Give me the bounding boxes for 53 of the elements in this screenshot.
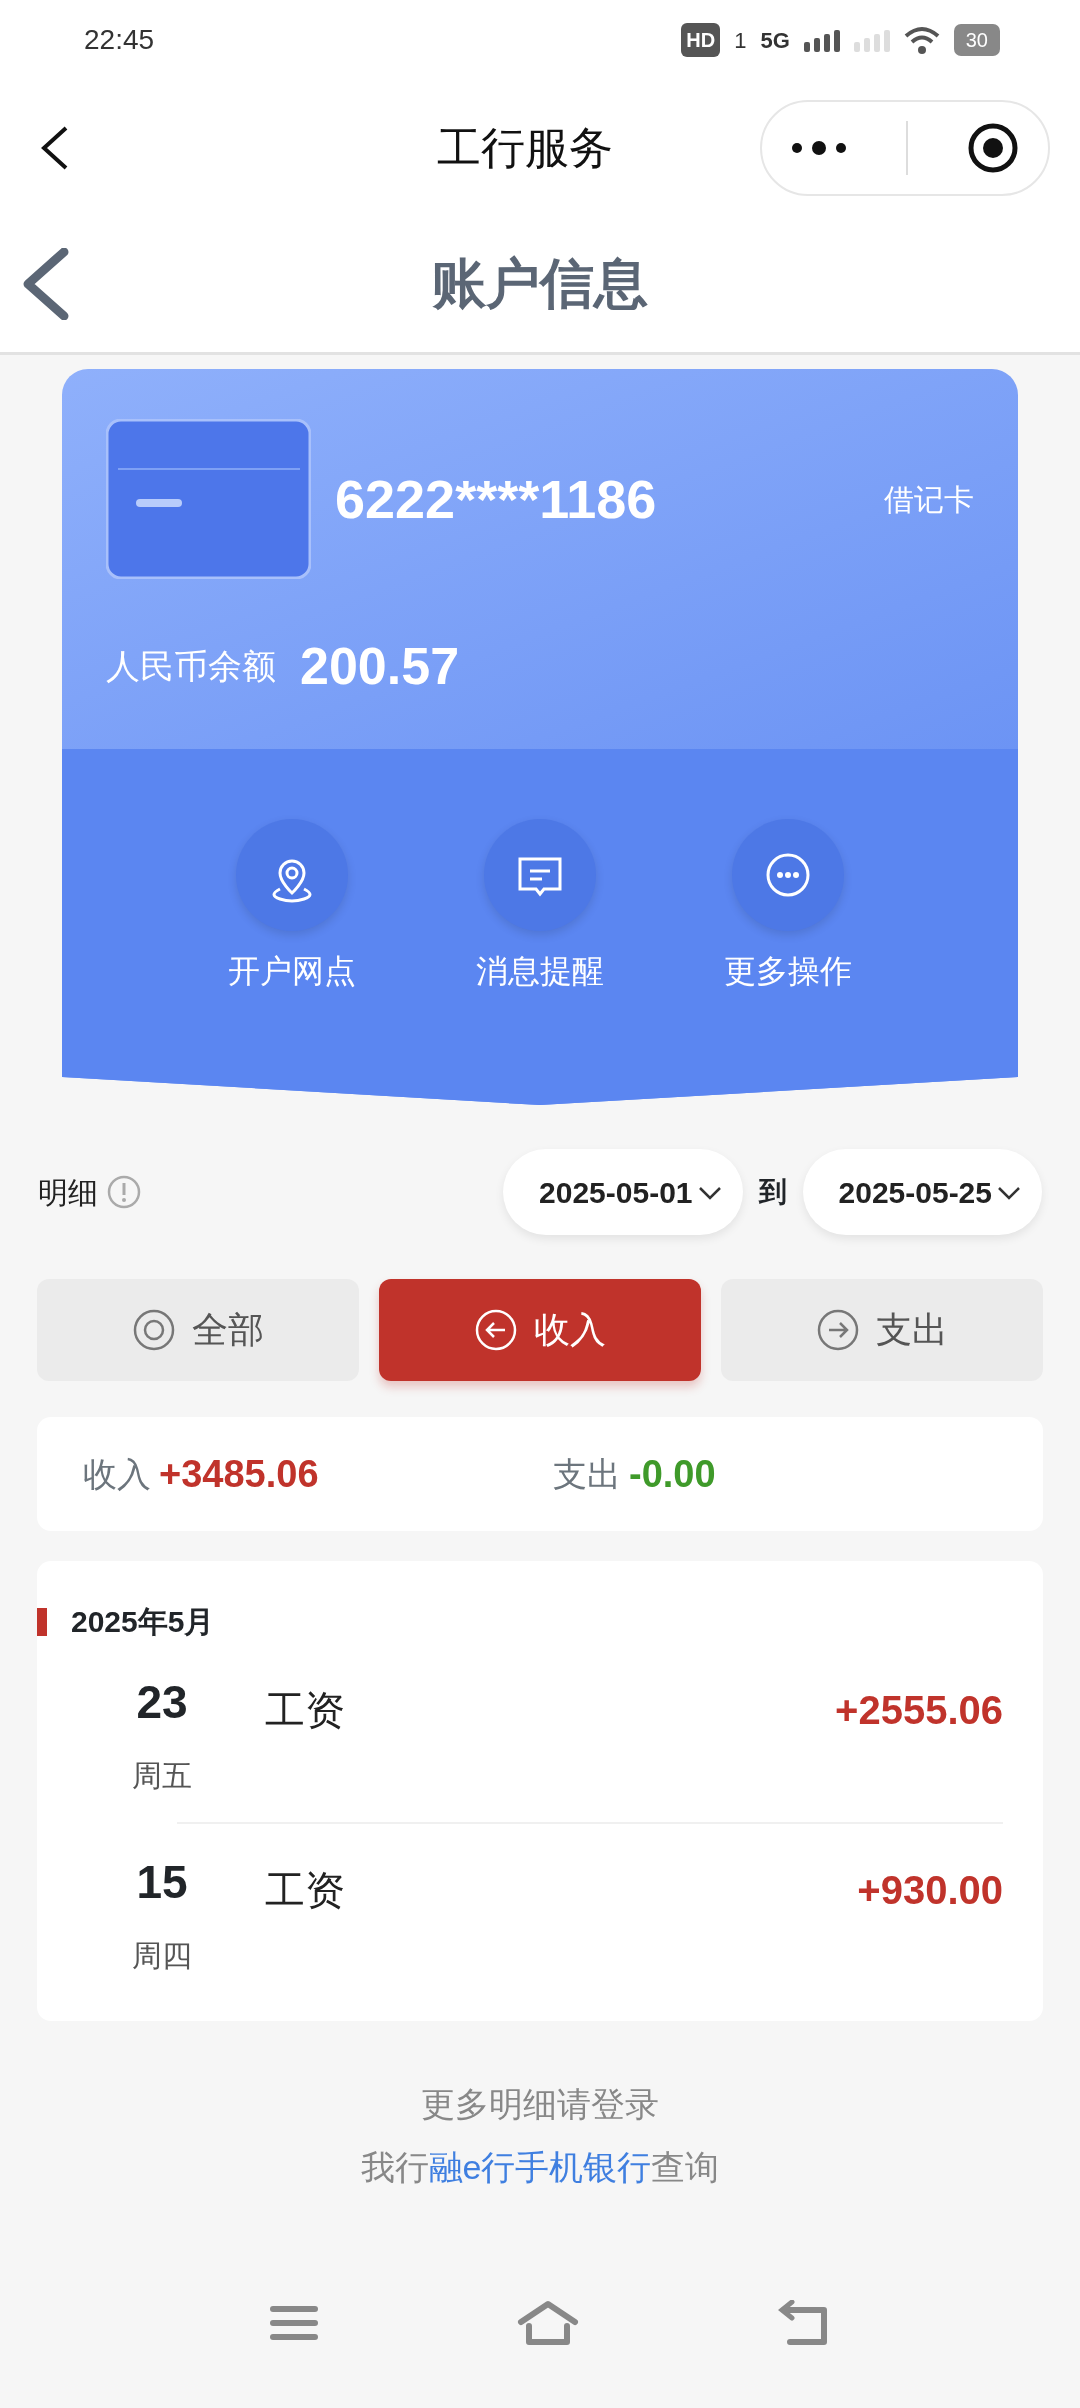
transaction-weekday: 周四: [131, 1938, 193, 1974]
more-icon[interactable]: [791, 139, 848, 156]
card-number: 6222****1186: [335, 467, 657, 531]
balance-amount: 200.57: [300, 636, 460, 697]
month-marker: [37, 1607, 47, 1636]
screen-title: 账户信息: [432, 253, 648, 313]
status-time: 22:45: [84, 23, 155, 57]
footer-note: 我行融e行手机银行查询: [360, 2147, 720, 2188]
transaction-title: 工资: [265, 1688, 345, 1732]
transaction-day: 23: [107, 1668, 217, 1737]
wifi-icon: [903, 26, 940, 54]
signal-icon: [803, 28, 840, 52]
close-target-icon[interactable]: [966, 121, 1019, 174]
filter-tab[interactable]: 支出: [721, 1279, 1043, 1381]
filter-tab[interactable]: 收入: [379, 1279, 701, 1381]
date-picker[interactable]: 2025-05-25: [802, 1149, 1042, 1235]
network-label: 5G: [760, 26, 790, 55]
arrow-left-icon: [474, 1308, 518, 1352]
footer-note: 更多明细请登录: [421, 2084, 659, 2125]
transaction-row[interactable]: 23 周五 工资 +2555.06: [37, 1644, 1043, 1822]
transaction-amount: +930.00: [857, 1868, 1003, 1912]
sim-number: 1: [734, 26, 747, 55]
transaction-weekday: 周五: [131, 1758, 193, 1794]
back-icon[interactable]: [40, 124, 70, 171]
transaction-amount: +2555.06: [835, 1688, 1003, 1732]
date-picker[interactable]: 2025-05-01: [503, 1149, 743, 1235]
menu-icon[interactable]: [270, 2304, 318, 2342]
home-icon[interactable]: [517, 2300, 579, 2346]
hd-badge: HD: [681, 23, 721, 57]
to-label: 到: [758, 1175, 787, 1209]
income-label: 收入: [83, 1453, 151, 1495]
battery-level: 30: [953, 24, 1000, 56]
details-label: 明细: [38, 1174, 98, 1211]
balance-label: 人民币余额: [106, 645, 276, 687]
month-heading: 2025年5月: [71, 1604, 215, 1640]
transaction-row[interactable]: 15 周四 工资 +930.00: [37, 1824, 1043, 2002]
transaction-title: 工资: [265, 1868, 345, 1912]
info-icon[interactable]: [106, 1174, 142, 1210]
action-label[interactable]: 更多操作: [724, 947, 852, 995]
page-title: 工行服务: [437, 122, 613, 172]
action-label[interactable]: 开户网点: [228, 947, 356, 995]
arrow-right-icon: [816, 1308, 860, 1352]
signal-icon: [853, 28, 890, 52]
transaction-day: 15: [107, 1848, 217, 1917]
target-icon: [132, 1308, 176, 1352]
action-label[interactable]: 消息提醒: [476, 947, 604, 995]
bank-card-icon: [106, 419, 311, 579]
expense-amount: -0.00: [629, 1451, 716, 1497]
app-link[interactable]: 融e行手机银行: [428, 2148, 652, 2186]
filter-tab[interactable]: 全部: [37, 1279, 359, 1381]
expense-label: 支出: [553, 1453, 621, 1495]
card-type: 借记卡: [884, 481, 974, 518]
income-amount: +3485.06: [159, 1451, 319, 1497]
